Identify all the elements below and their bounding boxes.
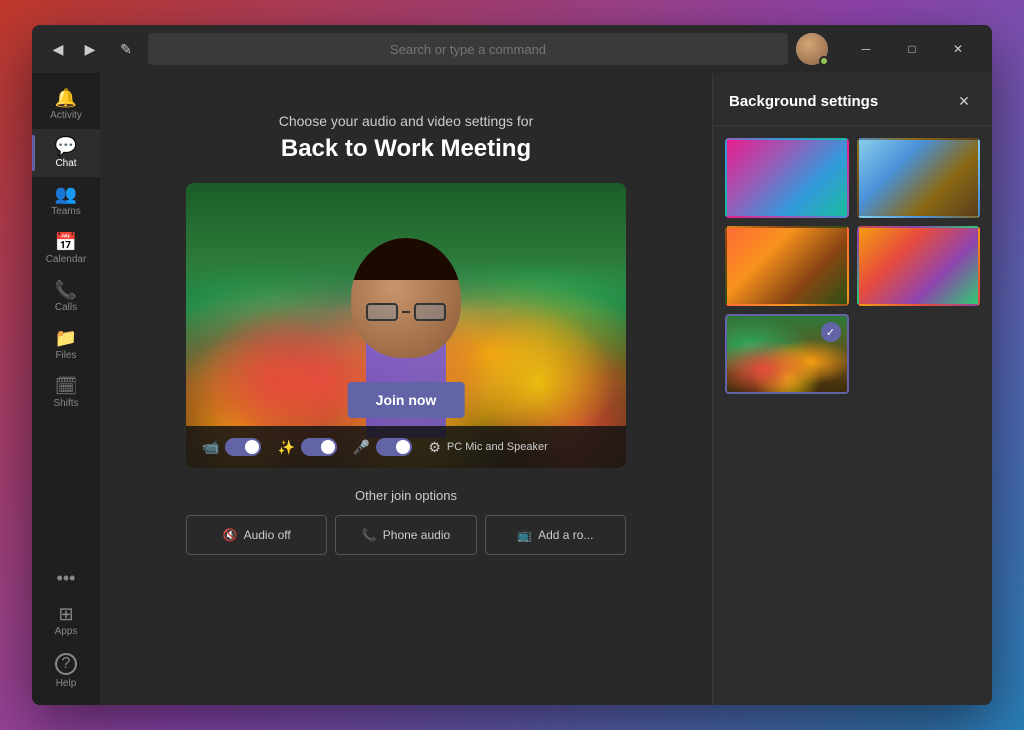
sidebar-label-help: Help bbox=[56, 678, 77, 689]
controls-bar: 📹 ✨ 🎤 bbox=[186, 426, 626, 468]
nav-buttons: ◀ ▶ bbox=[44, 35, 104, 63]
background-settings-panel: Background settings ✕ ✓ bbox=[712, 73, 992, 705]
join-now-button[interactable]: Join now bbox=[348, 382, 465, 418]
mic-toggle-knob bbox=[396, 440, 410, 454]
forward-button[interactable]: ▶ bbox=[76, 35, 104, 63]
sidebar-item-files[interactable]: 📁 Files bbox=[32, 321, 100, 369]
app-window: ◀ ▶ ✎ ─ □ ✕ 🔔 Activity 💬 Chat bbox=[32, 25, 992, 705]
join-options-label: Other join options bbox=[186, 488, 626, 503]
chat-icon: 💬 bbox=[55, 137, 77, 155]
add-room-label: Add a ro... bbox=[538, 528, 593, 542]
apps-icon: ⊞ bbox=[58, 605, 73, 623]
sidebar: 🔔 Activity 💬 Chat 👥 Teams 📅 Calendar 📞 C… bbox=[32, 73, 100, 705]
video-control: 📹 bbox=[202, 438, 261, 456]
search-input[interactable] bbox=[148, 33, 788, 65]
effects-icon: ✨ bbox=[277, 439, 294, 456]
sidebar-item-activity[interactable]: 🔔 Activity bbox=[32, 81, 100, 129]
bg-panel-header: Background settings ✕ bbox=[713, 73, 992, 126]
mic-control: 🎤 bbox=[353, 438, 412, 456]
audio-off-icon: 🔇 bbox=[223, 528, 238, 542]
calendar-icon: 📅 bbox=[55, 233, 77, 251]
compose-button[interactable]: ✎ bbox=[112, 35, 140, 63]
sidebar-item-chat[interactable]: 💬 Chat bbox=[32, 129, 100, 177]
sidebar-label-chat: Chat bbox=[55, 158, 76, 169]
meeting-setup: Choose your audio and video settings for… bbox=[100, 73, 712, 705]
mic-icon: 🎤 bbox=[353, 439, 370, 456]
audio-off-button[interactable]: 🔇 Audio off bbox=[186, 515, 327, 555]
join-options-buttons: 🔇 Audio off 📞 Phone audio 📺 Add a ro... bbox=[186, 515, 626, 555]
window-controls: ─ □ ✕ bbox=[844, 33, 980, 65]
sidebar-label-apps: Apps bbox=[55, 626, 78, 637]
person-head bbox=[351, 238, 461, 358]
sidebar-item-apps[interactable]: ⊞ Apps bbox=[32, 597, 100, 645]
join-options: Other join options 🔇 Audio off 📞 Phone a… bbox=[186, 488, 626, 555]
sidebar-label-teams: Teams bbox=[51, 206, 80, 217]
video-toggle-knob bbox=[245, 440, 259, 454]
sidebar-item-help[interactable]: ? Help bbox=[32, 645, 100, 697]
page-content: Choose your audio and video settings for… bbox=[100, 73, 712, 705]
person-glasses bbox=[366, 302, 446, 322]
video-icon: 📹 bbox=[202, 439, 219, 456]
sidebar-label-activity: Activity bbox=[50, 110, 82, 121]
effects-control: ✨ bbox=[277, 438, 336, 456]
maximize-button[interactable]: □ bbox=[890, 33, 934, 65]
minimize-button[interactable]: ─ bbox=[844, 33, 888, 65]
main-content: 🔔 Activity 💬 Chat 👥 Teams 📅 Calendar 📞 C… bbox=[32, 73, 992, 705]
mic-toggle[interactable] bbox=[376, 438, 412, 456]
teams-icon: 👥 bbox=[55, 185, 77, 203]
audio-off-label: Audio off bbox=[244, 528, 291, 542]
title-bar: ◀ ▶ ✎ ─ □ ✕ bbox=[32, 25, 992, 73]
sidebar-label-calls: Calls bbox=[55, 302, 77, 313]
bg-thumbnail-grid: ✓ bbox=[713, 126, 992, 406]
audio-settings: ⚙ PC Mic and Speaker bbox=[428, 439, 547, 456]
sidebar-label-shifts: Shifts bbox=[53, 398, 78, 409]
bg-thumbnail-garden[interactable]: ✓ bbox=[725, 314, 849, 394]
bg-thumbnail-fantasy[interactable] bbox=[857, 226, 981, 306]
sidebar-item-calls[interactable]: 📞 Calls bbox=[32, 273, 100, 321]
meeting-title: Back to Work Meeting bbox=[279, 135, 534, 163]
status-badge bbox=[819, 56, 829, 66]
calls-icon: 📞 bbox=[55, 281, 77, 299]
phone-audio-label: Phone audio bbox=[383, 528, 450, 542]
phone-audio-icon: 📞 bbox=[362, 528, 377, 542]
glasses-right bbox=[414, 303, 446, 321]
effects-toggle-knob bbox=[321, 440, 335, 454]
audio-label: PC Mic and Speaker bbox=[447, 441, 548, 453]
video-preview: Join now 📹 ✨ bbox=[186, 183, 626, 468]
glasses-bridge bbox=[402, 311, 409, 313]
effects-toggle[interactable] bbox=[301, 438, 337, 456]
help-icon: ? bbox=[55, 653, 77, 675]
bg-close-button[interactable]: ✕ bbox=[952, 89, 976, 113]
bg-thumbnail-autumn[interactable] bbox=[725, 226, 849, 306]
bg-thumbnail-galaxy[interactable] bbox=[725, 138, 849, 218]
bg-panel-title: Background settings bbox=[729, 93, 878, 110]
selected-check-icon: ✓ bbox=[821, 322, 841, 342]
sidebar-label-calendar: Calendar bbox=[46, 254, 87, 265]
avatar[interactable] bbox=[796, 33, 828, 65]
shifts-icon: 🗓 bbox=[55, 377, 78, 395]
add-room-button[interactable]: 📺 Add a ro... bbox=[485, 515, 626, 555]
more-button[interactable]: ••• bbox=[57, 560, 76, 597]
add-room-icon: 📺 bbox=[517, 528, 532, 542]
sidebar-label-files: Files bbox=[55, 350, 76, 361]
settings-icon: ⚙ bbox=[428, 439, 441, 456]
phone-audio-button[interactable]: 📞 Phone audio bbox=[335, 515, 476, 555]
bg-thumbnail-mountain[interactable] bbox=[857, 138, 981, 218]
sidebar-item-calendar[interactable]: 📅 Calendar bbox=[32, 225, 100, 273]
activity-icon: 🔔 bbox=[55, 89, 77, 107]
video-toggle[interactable] bbox=[225, 438, 261, 456]
person-hair bbox=[351, 238, 461, 280]
sidebar-item-shifts[interactable]: 🗓 Shifts bbox=[32, 369, 100, 417]
glasses-left bbox=[366, 303, 398, 321]
meeting-header: Choose your audio and video settings for… bbox=[279, 113, 534, 163]
close-button[interactable]: ✕ bbox=[936, 33, 980, 65]
files-icon: 📁 bbox=[55, 329, 77, 347]
sidebar-item-teams[interactable]: 👥 Teams bbox=[32, 177, 100, 225]
back-button[interactable]: ◀ bbox=[44, 35, 72, 63]
meeting-subtitle: Choose your audio and video settings for bbox=[279, 113, 534, 129]
